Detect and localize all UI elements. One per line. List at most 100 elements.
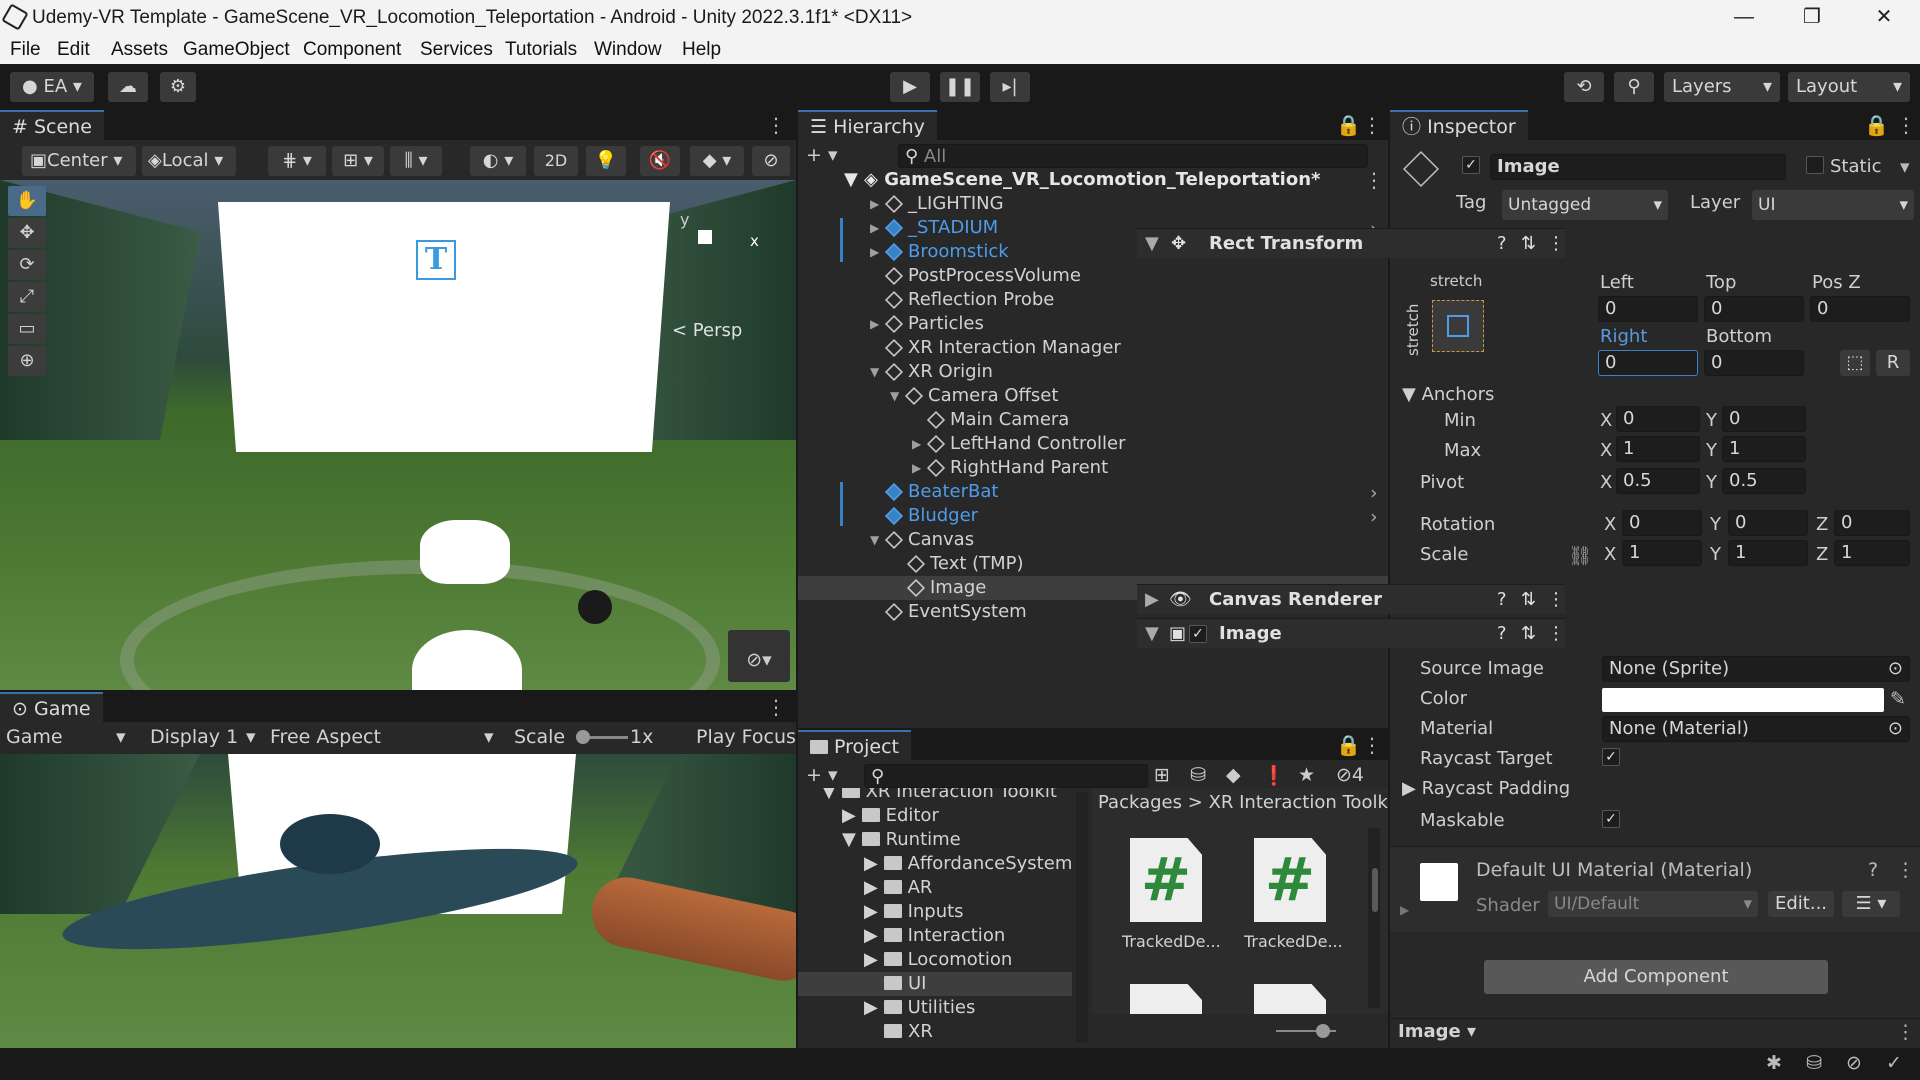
search-icon[interactable]: ⚲ — [1614, 72, 1654, 102]
camera-gizmo-icon[interactable] — [420, 520, 510, 584]
tag-dropdown[interactable]: Untagged ▾ — [1502, 190, 1668, 220]
preview-dropdown[interactable]: Image ▾ — [1398, 1021, 1476, 1042]
component-menu-icon[interactable]: ⋮ — [1547, 585, 1565, 615]
project-lock-icon[interactable]: 🔒 — [1336, 735, 1361, 755]
object-name-input[interactable]: Image — [1490, 154, 1786, 180]
minimize-button[interactable]: — — [1712, 0, 1776, 36]
create-button[interactable]: + ▾ — [806, 144, 838, 166]
raw-edit-button[interactable]: R — [1876, 350, 1910, 376]
shader-dropdown[interactable]: UI/Default ▾ — [1548, 891, 1758, 917]
aspect-dropdown[interactable]: Free Aspect ▾ — [270, 726, 502, 748]
pivot-x-input[interactable]: 0.5 — [1616, 468, 1700, 494]
constrain-proportions-icon[interactable]: ⛓ — [1568, 544, 1592, 567]
pause-button[interactable]: ❚❚ — [940, 72, 980, 102]
active-checkbox[interactable]: ✓ — [1462, 156, 1480, 174]
raycast-target-checkbox[interactable]: ✓ — [1602, 748, 1620, 766]
eyedropper-icon[interactable]: ✎ — [1890, 688, 1906, 710]
asset-scrollbar[interactable] — [1368, 828, 1380, 1008]
scale-y-input[interactable]: 1 — [1728, 540, 1808, 566]
debug-icon[interactable]: ✱ — [1766, 1052, 1782, 1074]
progress-icon[interactable]: ⊘ — [1846, 1052, 1862, 1074]
anchor-max-x-input[interactable]: 1 — [1616, 436, 1700, 462]
prefab-open-icon[interactable]: › — [1370, 482, 1378, 504]
grid-icon[interactable]: ⊞ ▾ — [332, 146, 384, 176]
collab-icon[interactable]: ⚙ — [160, 72, 196, 102]
canvas-renderer-header[interactable]: ▶ 👁 Canvas Renderer ? ⇅ ⋮ — [1137, 584, 1565, 614]
presets-icon[interactable]: ⇅ — [1521, 229, 1536, 259]
shading-mode-dropdown[interactable]: ◐ ▾ — [470, 146, 526, 176]
asset-scroll-thumb[interactable] — [1372, 868, 1378, 912]
static-checkbox[interactable] — [1806, 156, 1824, 174]
anchor-min-y-input[interactable]: 0 — [1722, 406, 1806, 432]
game-view-dropdown[interactable]: Game ▾ — [6, 726, 132, 748]
scale-z-input[interactable]: 1 — [1834, 540, 1910, 566]
rotation-x-input[interactable]: 0 — [1622, 510, 1702, 536]
blueprint-mode-icon[interactable]: ⬚ — [1840, 350, 1870, 376]
tab-project[interactable]: Project — [798, 730, 912, 760]
rotation-z-input[interactable]: 0 — [1834, 510, 1910, 536]
hier-item-xr-manager[interactable]: XR Interaction Manager — [884, 336, 1370, 360]
preview-menu-icon[interactable]: ⋮ — [1896, 1021, 1915, 1043]
account-dropdown[interactable]: ● EA ▾ — [10, 72, 94, 102]
image-component-header[interactable]: ▼ ▣ ✓ Image ? ⇅ ⋮ — [1137, 618, 1565, 648]
edit-shader-button[interactable]: Edit... — [1768, 891, 1834, 917]
icon-size-thumb[interactable] — [1316, 1024, 1330, 1038]
anchor-min-x-input[interactable]: 0 — [1616, 406, 1700, 432]
grid-snap-dropdown[interactable]: ⋕ ▾ — [268, 146, 326, 176]
game-menu-icon[interactable]: ⋮ — [766, 697, 786, 717]
scene-root-menu-icon[interactable]: ⋮ — [1364, 170, 1384, 190]
tree-interaction[interactable]: ▶ Interaction — [864, 924, 1090, 948]
object-picker-icon[interactable]: ⊙ — [1888, 657, 1903, 681]
tab-game[interactable]: ⊙ Game — [0, 692, 103, 722]
search-by-type-icon[interactable]: ⊞ — [1154, 764, 1170, 786]
component-menu-icon[interactable]: ⋮ — [1896, 859, 1915, 881]
text-tmp-gizmo-icon[interactable]: T — [416, 240, 456, 280]
tree-editor[interactable]: ▶ Editor — [842, 804, 1090, 828]
add-component-button[interactable]: Add Component — [1484, 960, 1828, 994]
display-dropdown[interactable]: Display 1 ▾ — [150, 726, 260, 748]
menu-file[interactable]: File — [10, 39, 41, 61]
close-button[interactable]: ✕ — [1852, 0, 1916, 36]
help-icon[interactable]: ? — [1868, 859, 1878, 881]
rect-transform-header[interactable]: ▼ ✥ Rect Transform ? ⇅ ⋮ — [1137, 228, 1565, 258]
cache-icon[interactable]: ⛁ — [1806, 1052, 1822, 1074]
cloud-icon[interactable]: ☁ — [108, 72, 148, 102]
scene-viewport[interactable]: T y x < Persp ✋ ✥ ⟳ ⤢ ▭ ⊕ ⊘▾ — [0, 180, 796, 690]
hierarchy-menu-icon[interactable]: ⋮ — [1362, 115, 1382, 135]
increment-snap-icon[interactable]: ⫼ ▾ — [390, 146, 442, 176]
breadcrumb-xr-toolkit[interactable]: XR Interaction Toolk — [1209, 792, 1388, 813]
maskable-checkbox[interactable]: ✓ — [1602, 810, 1620, 828]
component-menu-icon[interactable]: ⋮ — [1547, 229, 1565, 259]
help-icon[interactable]: ? — [1497, 619, 1507, 649]
material-field[interactable]: None (Material) ⊙ — [1602, 716, 1910, 742]
status-check-icon[interactable]: ✓ — [1886, 1052, 1902, 1074]
bludger-ball[interactable] — [578, 590, 612, 624]
hier-item-lefthand[interactable]: ▶ LeftHand Controller — [912, 432, 1396, 456]
scene-menu-icon[interactable]: ⋮ — [766, 115, 786, 135]
favorite-icon[interactable]: ★ — [1298, 764, 1315, 786]
warning-icon[interactable]: ❗ — [1262, 764, 1286, 787]
scene-root-row[interactable]: ▼ ◈ GameScene_VR_Locomotion_Teleportatio… — [844, 168, 1328, 192]
menu-services[interactable]: Services — [420, 39, 493, 61]
help-icon[interactable]: ? — [1497, 229, 1507, 259]
play-focus-dropdown[interactable]: Play Focus — [696, 726, 796, 748]
tab-scene[interactable]: # Scene — [0, 110, 104, 140]
rect-tool-icon[interactable]: ▭ — [8, 314, 46, 344]
anchor-presets-button[interactable] — [1432, 300, 1484, 352]
hier-item-beaterbat[interactable]: BeaterBat — [884, 480, 1370, 504]
camera-settings-icon[interactable]: ⊘▾ — [728, 630, 790, 682]
menu-window[interactable]: Window — [594, 39, 662, 61]
menu-edit[interactable]: Edit — [57, 39, 90, 61]
hier-item-postprocess[interactable]: PostProcessVolume — [884, 264, 1370, 288]
source-image-field[interactable]: None (Sprite) ⊙ — [1602, 656, 1910, 682]
shader-menu-icon[interactable]: ☰ ▾ — [1842, 891, 1900, 917]
hier-item-xr-origin[interactable]: ▼ XR Origin — [870, 360, 1354, 384]
object-picker-icon[interactable]: ⊙ — [1888, 717, 1903, 741]
tree-affordance[interactable]: ▶ AffordanceSystem — [864, 852, 1090, 876]
lock-icon[interactable]: 🔒 — [1336, 115, 1361, 135]
hier-item-main-camera[interactable]: Main Camera — [926, 408, 1412, 432]
project-search-input[interactable]: ⚲ — [864, 764, 1148, 788]
left-input[interactable]: 0 — [1598, 296, 1698, 322]
hier-item-camera-offset[interactable]: ▼ Camera Offset — [890, 384, 1374, 408]
scale-tool-icon[interactable]: ⤢ — [8, 282, 46, 312]
